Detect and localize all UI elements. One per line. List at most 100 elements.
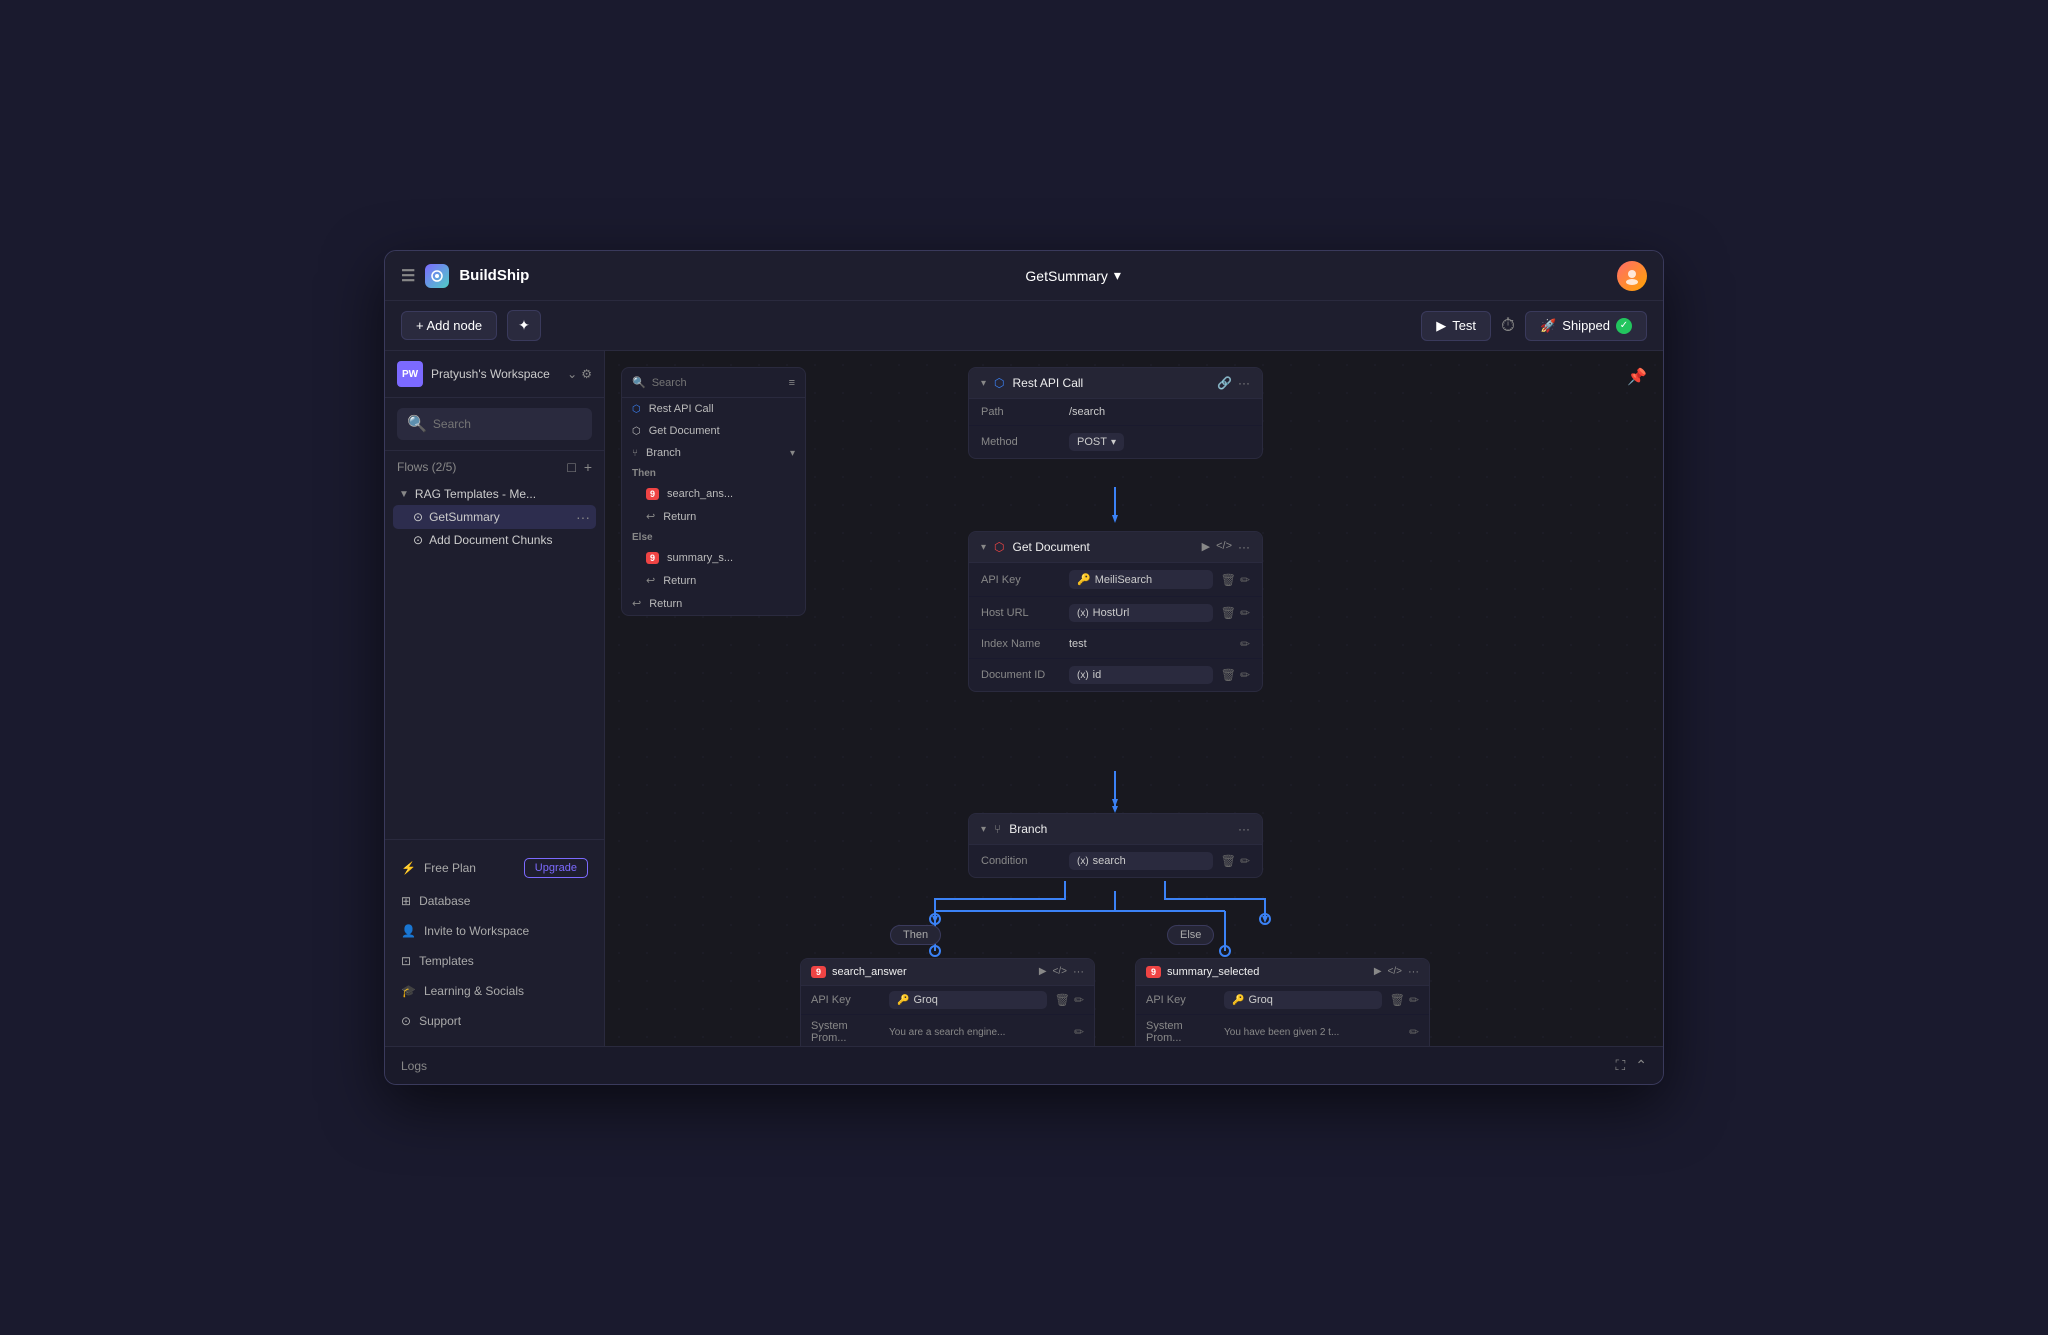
flow-name-button[interactable]: GetSummary ▾ (1025, 267, 1121, 284)
sidebar-item-templates[interactable]: ⊡ Templates (393, 946, 596, 976)
flow-tree-getsummary[interactable]: ⊙ GetSummary ··· (393, 505, 596, 529)
user-avatar[interactable] (1617, 261, 1647, 291)
ss-sys-prompt-row: System Prom... You have been given 2 t..… (1136, 1015, 1429, 1046)
branch-node: ▾ ⑂ Branch ··· Condition (x) search (968, 813, 1263, 878)
condition-edit-icon[interactable]: ✏ (1240, 854, 1250, 868)
plan-row: ⚡ Free Plan Upgrade (393, 850, 596, 886)
method-chevron: ▾ (1111, 437, 1116, 448)
flow-panel-else-return[interactable]: ↩ Return (622, 569, 805, 592)
workspace-row: PW Pratyush's Workspace ⌄ ⚙ (385, 351, 604, 398)
shipped-check-icon: ✓ (1616, 318, 1632, 334)
history-button[interactable]: ⏱ (1501, 315, 1515, 336)
flow-panel-branch[interactable]: ⑂ Branch ▾ (622, 442, 805, 464)
ss-edit[interactable]: ✏ (1409, 993, 1419, 1007)
sa-delete[interactable]: 🗑 (1055, 993, 1070, 1007)
flow-panel-get-doc[interactable]: ⬡ Get Document (622, 420, 805, 442)
link-icon[interactable]: 🔗 (1217, 376, 1232, 390)
logs-expand-icon[interactable]: ⛶ (1615, 1057, 1625, 1074)
flow-panel-search-input[interactable] (652, 377, 783, 389)
sa-edit[interactable]: ✏ (1074, 993, 1084, 1007)
canvas-pin-icon[interactable]: 📌 (1627, 367, 1647, 387)
test-label: Test (1452, 318, 1476, 333)
index-name-row: Index Name test ✏ (969, 630, 1262, 659)
ss-sys-edit[interactable]: ✏ (1409, 1025, 1419, 1039)
flow-tree-addchunks[interactable]: ⊙ Add Document Chunks (393, 529, 596, 551)
rest-api-node-icon: ⬡ (994, 376, 1004, 390)
add-flow-icon[interactable]: + (584, 459, 592, 475)
search-input[interactable] (433, 417, 588, 431)
summary-badge: 9 (1146, 966, 1161, 978)
get-doc-header: ▾ ⬡ Get Document ▶ </> ··· (969, 532, 1262, 563)
upgrade-button[interactable]: Upgrade (524, 858, 588, 878)
new-folder-icon[interactable]: □ (567, 459, 575, 475)
edit-icon-4[interactable]: ✏ (1240, 668, 1250, 682)
sidebar-item-invite[interactable]: 👤 Invite to Workspace (393, 916, 596, 946)
branch-body: Condition (x) search 🗑 ✏ (969, 845, 1262, 877)
more-icon[interactable]: ··· (1238, 376, 1250, 390)
branch-title: Branch (1009, 822, 1230, 836)
edit-icon-2[interactable]: ✏ (1240, 606, 1250, 620)
add-node-button[interactable]: + Add node (401, 311, 497, 340)
flow-panel-then-return[interactable]: ↩ Return (622, 505, 805, 528)
shipped-button[interactable]: 🚀 Shipped ✓ (1525, 311, 1647, 341)
ss-delete[interactable]: 🗑 (1390, 993, 1405, 1007)
sidebar-item-database[interactable]: ⊞ Database (393, 886, 596, 916)
flow-panel-search-ans[interactable]: 9 search_ans... (622, 483, 805, 505)
templates-label: Templates (419, 954, 474, 968)
method-select[interactable]: POST ▾ (1069, 433, 1124, 451)
edit-icon-3[interactable]: ✏ (1240, 637, 1250, 651)
flow-tree-folder[interactable]: ▼ RAG Templates - Me... (393, 483, 596, 505)
sa-api-key-actions: 🗑 ✏ (1055, 993, 1084, 1007)
edit-icon[interactable]: ✏ (1240, 573, 1250, 587)
search-answer-node: 9 search_answer ▶ </> ··· API Key 🔑 Groq (800, 958, 1095, 1046)
flow-panel-return[interactable]: ↩ Return (622, 592, 805, 615)
summary-body: API Key 🔑 Groq 🗑 ✏ System Prom... You ha… (1136, 986, 1429, 1046)
workspace-avatar: PW (397, 361, 423, 387)
test-button[interactable]: ▶ Test (1421, 311, 1491, 341)
delete-icon-2[interactable]: 🗑 (1221, 606, 1236, 620)
branch-more-icon[interactable]: ··· (1238, 822, 1250, 836)
summary-more[interactable]: ··· (1408, 966, 1419, 978)
ss-sys-value: You have been given 2 t... (1224, 1027, 1401, 1038)
code-icon[interactable]: </> (1216, 540, 1232, 554)
index-name-actions: ✏ (1240, 637, 1250, 651)
summary-play[interactable]: ▶ (1374, 966, 1382, 978)
branch-collapse-icon[interactable]: ▾ (981, 824, 986, 835)
magic-button[interactable]: ✦ (507, 310, 541, 341)
logs-chevron-up-icon[interactable]: ⌃ (1635, 1057, 1647, 1074)
sidebar-item-learning[interactable]: 🎓 Learning & Socials (393, 976, 596, 1006)
flows-actions: □ + (567, 459, 592, 475)
flow-panel-rest-api[interactable]: ⬡ Rest API Call (622, 398, 805, 420)
menu-icon[interactable]: ☰ (401, 266, 415, 286)
then-label: Then (890, 925, 941, 945)
collapse-icon[interactable]: ▾ (981, 378, 986, 389)
get-doc-collapse-icon[interactable]: ▾ (981, 542, 986, 553)
summary-code[interactable]: </> (1388, 966, 1402, 978)
delete-icon[interactable]: 🗑 (1221, 573, 1236, 587)
index-name-value: test (1069, 638, 1232, 650)
condition-delete-icon[interactable]: 🗑 (1221, 854, 1236, 868)
method-label: Method (981, 436, 1061, 448)
app-name: BuildShip (459, 267, 529, 284)
templates-icon: ⊡ (401, 954, 411, 968)
flow-more-icon[interactable]: ··· (576, 509, 590, 525)
workspace-chevron-icon[interactable]: ⌄ (567, 367, 577, 381)
flow-mini-panel: 🔍 ≡ ⬡ Rest API Call ⬡ Get Document ⑂ (621, 367, 806, 616)
ss-api-key-row: API Key 🔑 Groq 🗑 ✏ (1136, 986, 1429, 1015)
workspace-settings-icon[interactable]: ⚙ (581, 367, 592, 381)
delete-icon-3[interactable]: 🗑 (1221, 668, 1236, 682)
magic-icon: ✦ (518, 317, 530, 333)
more-icon-2[interactable]: ··· (1238, 540, 1250, 554)
search-ans-more[interactable]: ··· (1073, 966, 1084, 978)
database-icon: ⊞ (401, 894, 411, 908)
search-ans-play[interactable]: ▶ (1039, 966, 1047, 978)
search-ans-code[interactable]: </> (1053, 966, 1067, 978)
sidebar-item-support[interactable]: ⊙ Support (393, 1006, 596, 1036)
flow-label: GetSummary (429, 510, 570, 524)
bolt-icon: ⚡ (401, 861, 416, 875)
sa-sys-edit[interactable]: ✏ (1074, 1025, 1084, 1039)
arrow-2 (1109, 771, 1121, 811)
flow-panel-filter-icon[interactable]: ≡ (789, 377, 795, 389)
play-icon[interactable]: ▶ (1202, 540, 1210, 554)
flow-panel-summary[interactable]: 9 summary_s... (622, 547, 805, 569)
